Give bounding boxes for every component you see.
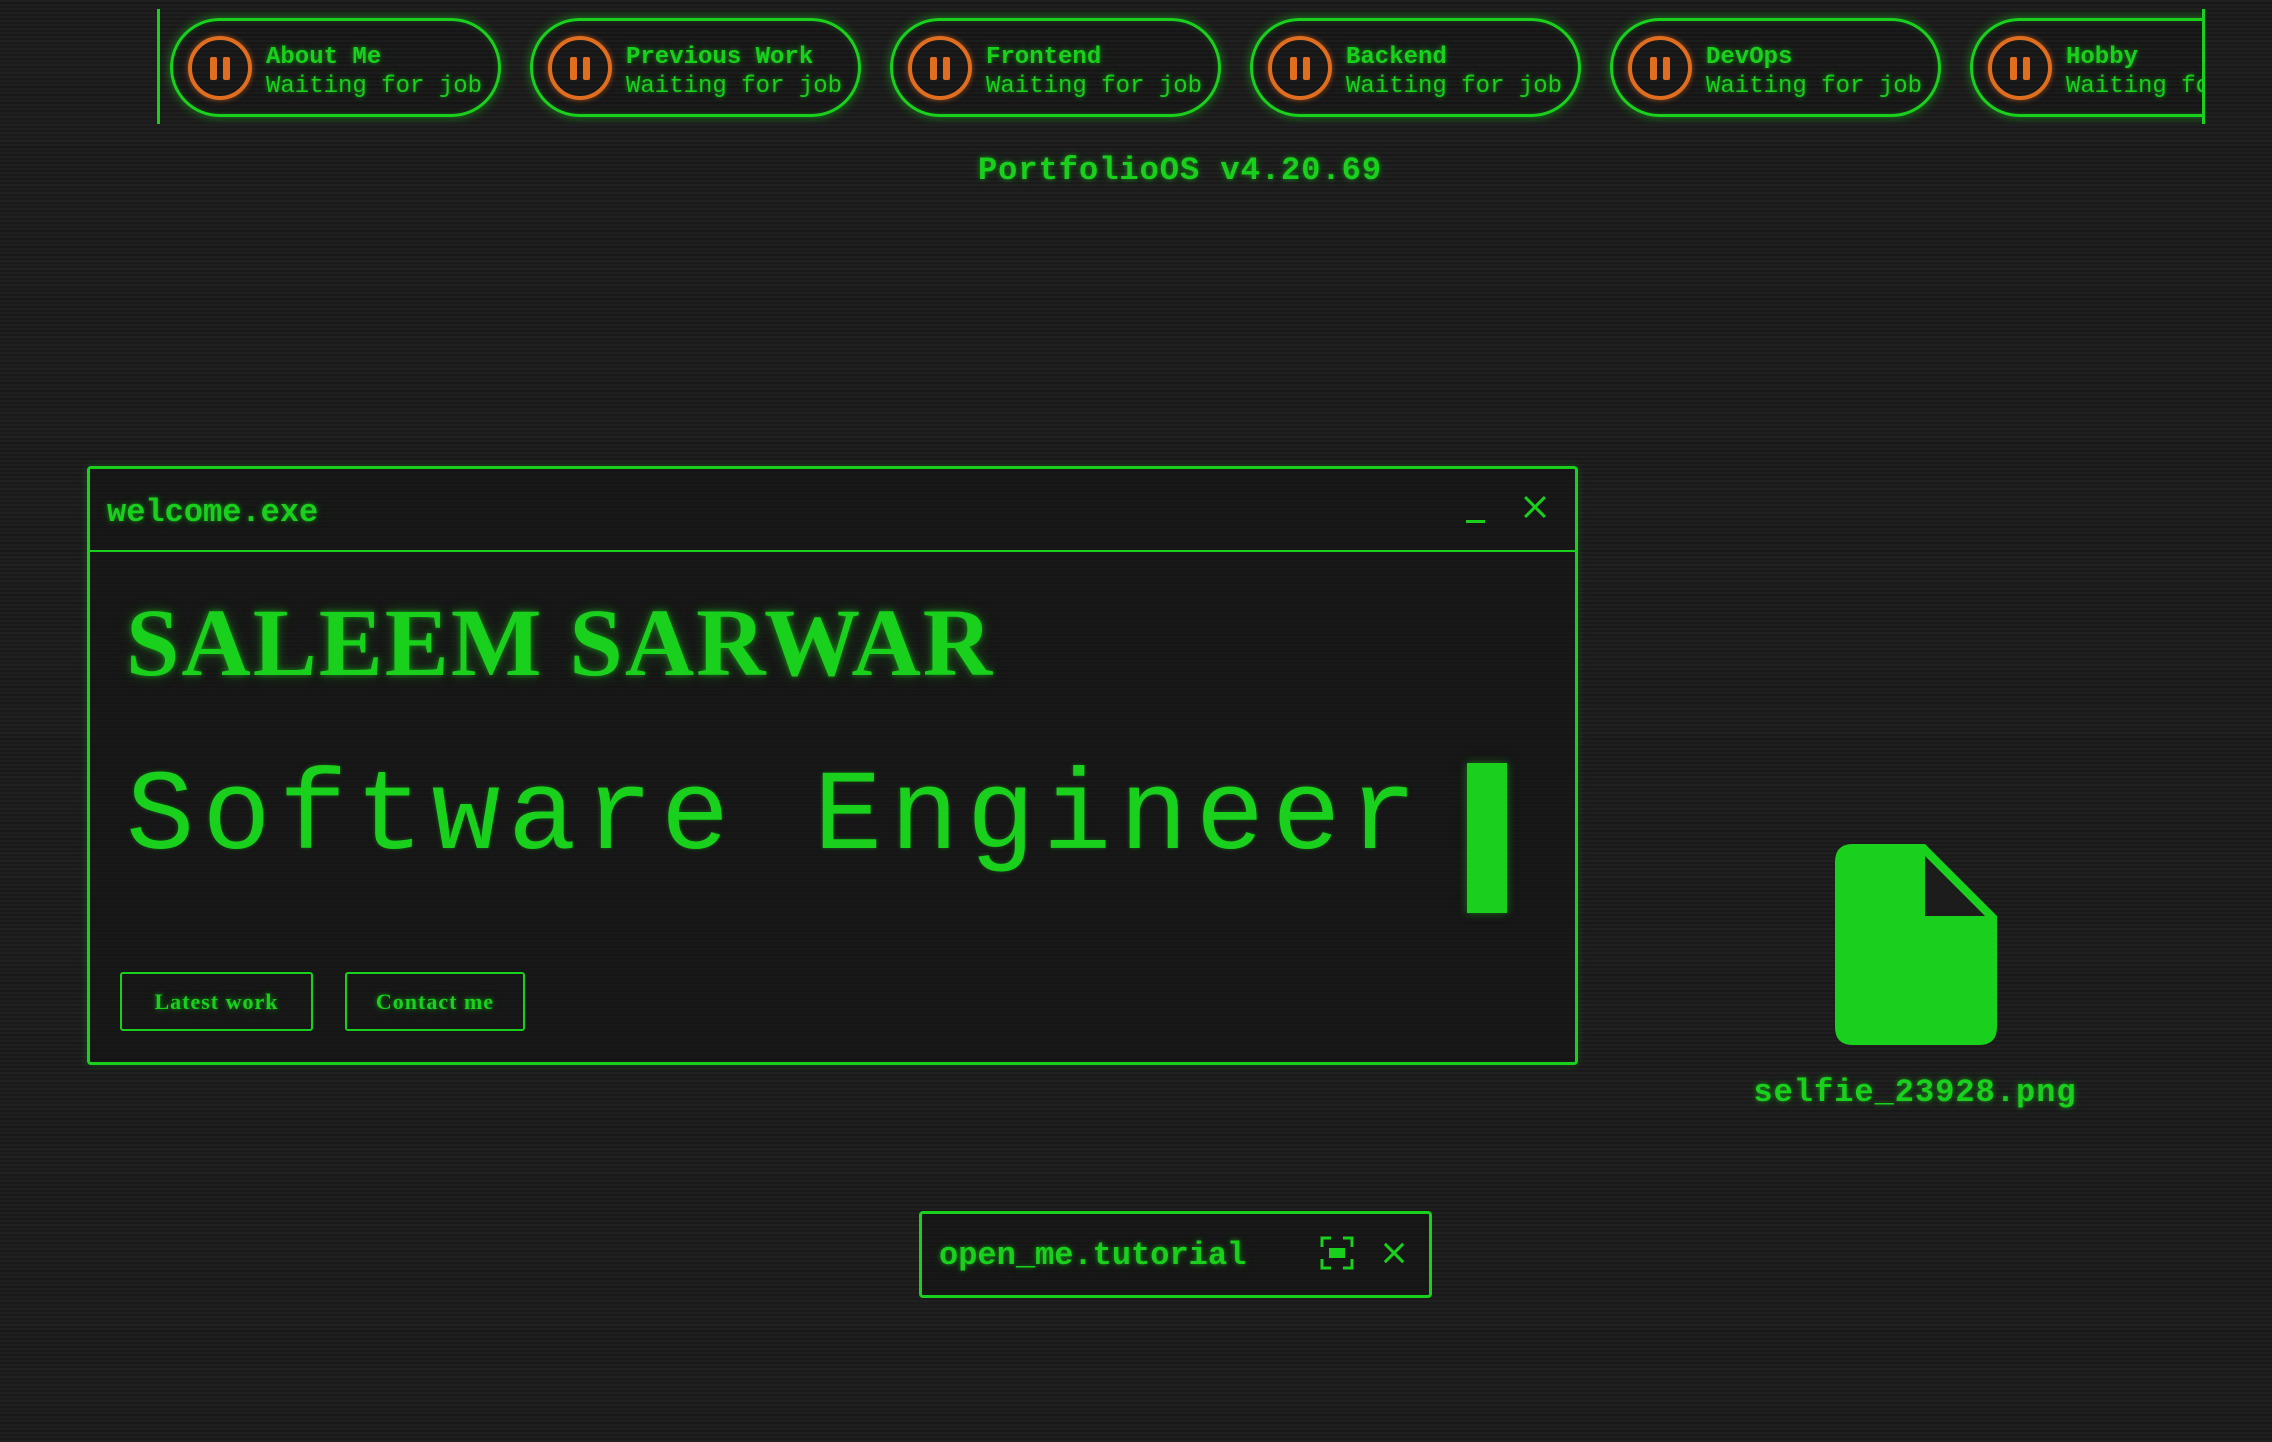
- task-status: Waiting for job: [1346, 73, 1563, 100]
- task-status: Waiting for job: [266, 73, 483, 100]
- hero-name: SALEEM SARWAR: [126, 589, 995, 696]
- minimize-button[interactable]: [1456, 487, 1496, 527]
- pause-icon: [1628, 36, 1692, 100]
- task-title: Previous Work: [626, 44, 814, 71]
- close-button[interactable]: [1376, 1235, 1412, 1271]
- task-devops[interactable]: DevOps Waiting for job: [1610, 18, 1941, 117]
- task-title: Frontend: [986, 44, 1102, 71]
- text-cursor: [1467, 763, 1507, 913]
- pause-icon: [1268, 36, 1332, 100]
- window-titlebar[interactable]: welcome.exe: [90, 469, 1575, 552]
- task-title: About Me: [266, 44, 382, 71]
- task-status: Waiting for job: [1706, 73, 1923, 100]
- file-label: selfie_23928.png: [1753, 1074, 2077, 1111]
- file-icon: [1835, 844, 1997, 1045]
- task-frontend[interactable]: Frontend Waiting for job: [890, 18, 1221, 117]
- window-title: welcome.exe: [107, 494, 319, 531]
- tutorial-window[interactable]: open_me.tutorial: [919, 1211, 1432, 1298]
- os-version-label: PortfolioOS v4.20.69: [977, 152, 1383, 189]
- latest-work-button[interactable]: Latest work: [120, 972, 313, 1031]
- welcome-window: welcome.exe SALEEM SARWAR Software Engin…: [87, 466, 1578, 1065]
- task-status: Waiting for job: [626, 73, 843, 100]
- hero-role: Software Engineer: [126, 754, 1425, 883]
- contact-me-button[interactable]: Contact me: [345, 972, 525, 1031]
- task-previous-work[interactable]: Previous Work Waiting for job: [530, 18, 861, 117]
- task-hobby[interactable]: Hobby Waiting for job: [1970, 18, 2202, 117]
- close-button[interactable]: [1515, 487, 1555, 527]
- pause-icon: [1988, 36, 2052, 100]
- taskbar: About Me Waiting for job Previous Work W…: [157, 9, 2205, 124]
- task-about-me[interactable]: About Me Waiting for job: [170, 18, 501, 117]
- task-backend[interactable]: Backend Waiting for job: [1250, 18, 1581, 117]
- pause-icon: [188, 36, 252, 100]
- tutorial-title: open_me.tutorial: [939, 1237, 1247, 1274]
- task-title: DevOps: [1706, 44, 1793, 71]
- task-title: Backend: [1346, 44, 1447, 71]
- expand-icon[interactable]: [1320, 1236, 1354, 1270]
- pause-icon: [548, 36, 612, 100]
- task-status: Waiting for job: [2066, 73, 2202, 100]
- pause-icon: [908, 36, 972, 100]
- task-status: Waiting for job: [986, 73, 1203, 100]
- task-title: Hobby: [2066, 44, 2139, 71]
- desktop-file-selfie[interactable]: selfie_23928.png: [1730, 836, 2100, 1116]
